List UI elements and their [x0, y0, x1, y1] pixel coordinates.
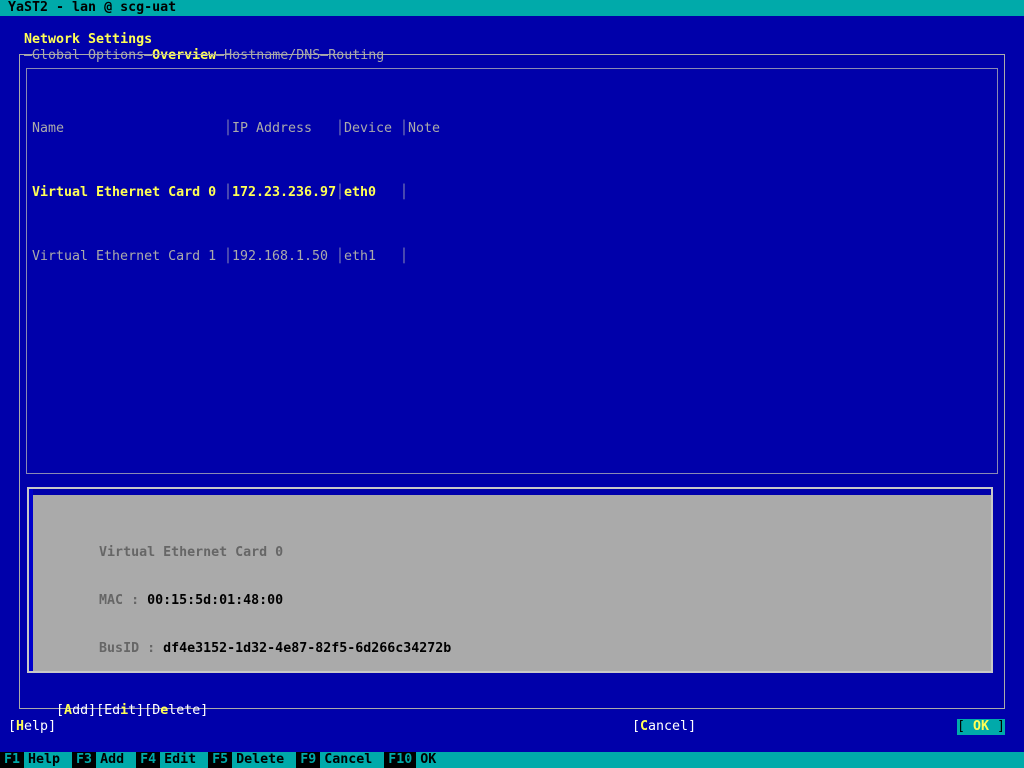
fkey-f1[interactable]: F1	[0, 752, 25, 768]
fkey-gap	[288, 752, 297, 768]
fkey-f5-label[interactable]: Delete	[232, 752, 289, 768]
window-titlebar: YaST2 - lan @ scg-uat	[0, 0, 1024, 16]
page-title: Network Settings	[24, 32, 153, 47]
detail-mac-line: MAC : 00:15:5d:01:48:00	[35, 577, 451, 608]
column-separator: │	[400, 249, 409, 264]
cell-ip: 192.168.1.50	[232, 249, 329, 264]
help-button[interactable]: [Help]	[8, 719, 56, 735]
column-separator: │	[224, 249, 233, 264]
fkey-f10-label[interactable]: OK	[416, 752, 441, 768]
detail-content: Virtual Ethernet Card 0 MAC : 00:15:5d:0…	[35, 497, 451, 671]
fkey-gap	[376, 752, 385, 768]
cell-name: Virtual Ethernet Card 0	[32, 185, 217, 200]
column-header-device: Device	[344, 121, 393, 136]
fkey-f3[interactable]: F3	[72, 752, 97, 768]
fkey-gap	[64, 752, 73, 768]
cell-note	[408, 185, 488, 201]
add-button[interactable]: [Add]	[56, 703, 96, 718]
table-header-row: Name │ IP Address │ Device │ Note	[32, 121, 488, 137]
panel-left-accent	[29, 489, 33, 671]
fkey-f10[interactable]: F10	[384, 752, 417, 768]
column-separator: │	[400, 121, 409, 136]
fkey-f4-label[interactable]: Edit	[160, 752, 201, 768]
fkey-f1-label[interactable]: Help	[24, 752, 65, 768]
column-separator: │	[400, 185, 409, 200]
fkey-gap	[200, 752, 209, 768]
cell-device: eth0	[344, 185, 377, 200]
fkey-f4[interactable]: F4	[136, 752, 161, 768]
interface-detail-panel[interactable]: Virtual Ethernet Card 0 MAC : 00:15:5d:0…	[27, 487, 993, 673]
column-separator: │	[224, 185, 233, 200]
column-header-name: Name	[32, 121, 65, 136]
cell-name: Virtual Ethernet Card 1	[32, 249, 217, 264]
detail-title: Virtual Ethernet Card 0	[35, 529, 451, 560]
table-row[interactable]: Virtual Ethernet Card 0 │ 172.23.236.97 …	[32, 185, 488, 201]
fkey-f9-label[interactable]: Cancel	[320, 752, 377, 768]
column-separator: │	[336, 121, 345, 136]
ok-button[interactable]: [ OK ]	[957, 719, 1006, 735]
column-separator: │	[336, 185, 345, 200]
table-row[interactable]: Virtual Ethernet Card 1 │ 192.168.1.50 │…	[32, 249, 488, 265]
column-header-ip: IP Address	[232, 121, 313, 136]
detail-mac-label: MAC :	[99, 593, 140, 608]
detail-busid-label: BusID :	[99, 641, 156, 656]
fkey-filler	[440, 752, 1024, 768]
edit-button[interactable]: [Edit]	[96, 703, 144, 718]
fkey-f3-label[interactable]: Add	[96, 752, 129, 768]
fkey-f5[interactable]: F5	[208, 752, 233, 768]
detail-mac-value: 00:15:5d:01:48:00	[147, 593, 284, 608]
cell-note	[408, 249, 488, 265]
cancel-button[interactable]: [Cancel]	[632, 719, 696, 735]
detail-busid-line: BusID : df4e3152-1d32-4e87-82f5-6d266c34…	[35, 625, 451, 656]
function-key-bar[interactable]: F1 Help F3 Add F4 Edit F5 Delete F9 Canc…	[0, 752, 1024, 768]
detail-busid-value: df4e3152-1d32-4e87-82f5-6d266c34272b	[163, 641, 452, 656]
column-separator: │	[336, 249, 345, 264]
table-content: Name │ IP Address │ Device │ Note Virtua…	[32, 73, 488, 313]
detail-card-name: Virtual Ethernet Card 0	[99, 545, 284, 560]
interfaces-table[interactable]: Name │ IP Address │ Device │ Note Virtua…	[26, 68, 998, 474]
fkey-f9[interactable]: F9	[296, 752, 321, 768]
cell-ip: 172.23.236.97	[232, 185, 336, 200]
cell-device: eth1	[344, 249, 377, 264]
terminal-screen: YaST2 - lan @ scg-uat Network Settings —…	[0, 0, 1024, 768]
column-separator: │	[224, 121, 233, 136]
fkey-gap	[128, 752, 137, 768]
column-header-note: Note	[408, 121, 441, 136]
panel-top-accent	[31, 489, 991, 495]
delete-button[interactable]: [Delete]	[144, 703, 208, 718]
